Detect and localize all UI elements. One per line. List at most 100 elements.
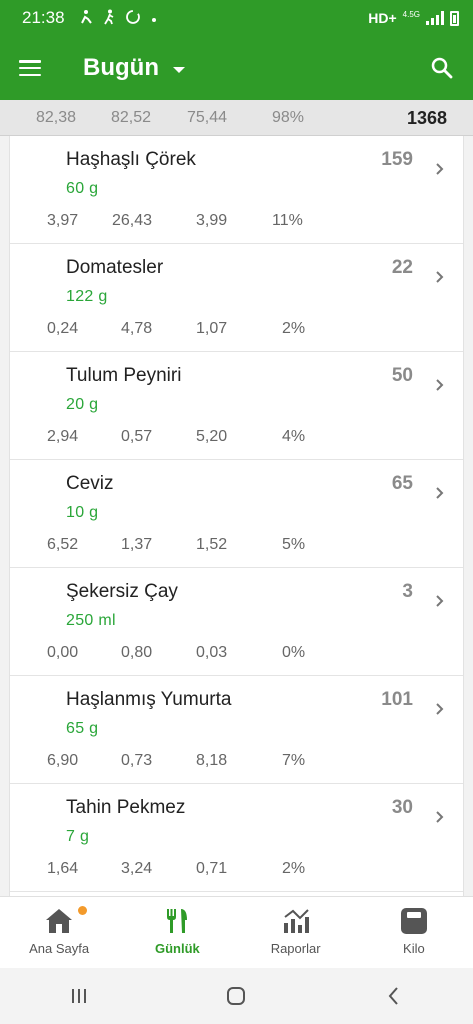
food-amount: 60 g <box>66 180 99 197</box>
food-amount: 65 g <box>66 720 99 737</box>
chevron-right-icon <box>436 379 444 391</box>
home-button-icon[interactable] <box>225 985 247 1007</box>
summary-percent: 98% <box>272 109 305 126</box>
date-selector[interactable]: Bugün <box>83 54 185 82</box>
food-carbs: 3,24 <box>121 860 153 877</box>
food-fat: 0,00 <box>47 644 79 661</box>
summary-total-calories: 1368 <box>406 108 447 128</box>
food-calories: 3 <box>402 581 413 602</box>
food-fat: 0,24 <box>47 320 79 337</box>
food-calories: 101 <box>381 689 413 710</box>
list-item[interactable]: Tahin Pekmez 7 g 30 1,64 3,24 0,71 2% <box>10 784 463 892</box>
list-item[interactable]: Domatesler 122 g 22 0,24 4,78 1,07 2% <box>10 244 463 352</box>
nav-reports[interactable]: Raporlar <box>237 897 355 968</box>
chevron-right-icon <box>436 487 444 499</box>
food-percent: 11% <box>272 212 303 229</box>
food-protein: 3,99 <box>196 212 228 229</box>
page-title: Bugün <box>83 54 159 81</box>
notification-badge <box>78 906 87 915</box>
dot-icon <box>151 10 157 26</box>
food-name: Haşhaşlı Çörek <box>66 149 196 170</box>
network-sub-label: 4.5G <box>402 9 420 19</box>
hamburger-icon <box>19 60 41 76</box>
food-name: Ceviz <box>66 473 114 494</box>
food-protein: 1,07 <box>196 320 228 337</box>
food-carbs: 26,43 <box>112 212 153 229</box>
food-protein: 5,20 <box>196 428 228 445</box>
food-carbs: 1,37 <box>121 536 153 553</box>
scale-icon <box>400 908 427 934</box>
status-time: 21:38 <box>22 8 65 27</box>
system-navigation-bar <box>0 968 473 1024</box>
nav-reports-label: Raporlar <box>270 941 321 956</box>
food-protein: 0,71 <box>196 860 228 877</box>
list-item[interactable]: Tulum Peyniri 20 g 50 2,94 0,57 5,20 4% <box>10 352 463 460</box>
food-percent: 2% <box>282 320 306 337</box>
food-fat: 1,64 <box>47 860 79 877</box>
food-calories: 65 <box>391 473 413 494</box>
food-amount: 20 g <box>66 396 99 413</box>
food-percent: 7% <box>282 752 306 769</box>
nav-home-label: Ana Sayfa <box>29 941 90 956</box>
fork-knife-icon <box>167 909 188 933</box>
food-percent: 5% <box>282 536 306 553</box>
recent-apps-icon[interactable] <box>68 985 90 1007</box>
sync-icon <box>125 9 141 28</box>
status-bar: 21:38 HD+ 4.5G <box>0 0 473 36</box>
nav-diary[interactable]: Günlük <box>118 897 236 968</box>
food-amount: 10 g <box>66 504 99 521</box>
status-right: HD+ 4.5G <box>368 10 459 26</box>
food-calories: 22 <box>391 257 413 278</box>
food-carbs: 0,57 <box>121 428 153 445</box>
list-item[interactable]: Şekersiz Çay 250 ml 3 0,00 0,80 0,03 0% <box>10 568 463 676</box>
food-protein: 8,18 <box>196 752 228 769</box>
search-icon <box>431 57 453 79</box>
list-item[interactable]: Ceviz 10 g 65 6,52 1,37 1,52 5% <box>10 460 463 568</box>
summary-protein: 75,44 <box>187 109 228 126</box>
activity-icon <box>79 9 93 28</box>
food-percent: 2% <box>282 860 306 877</box>
nav-weight-label: Kilo <box>403 941 425 956</box>
nav-weight[interactable]: Kilo <box>355 897 473 968</box>
daily-summary: 82,38 82,52 75,44 98% 1368 <box>0 100 473 136</box>
food-protein: 0,03 <box>196 644 228 661</box>
food-name: Domatesler <box>66 257 164 278</box>
food-amount: 7 g <box>66 828 90 845</box>
food-percent: 4% <box>282 428 306 445</box>
food-calories: 30 <box>391 797 413 818</box>
search-button[interactable] <box>411 36 473 100</box>
home-icon <box>46 909 73 933</box>
food-fat: 2,94 <box>47 428 79 445</box>
food-protein: 1,52 <box>196 536 228 553</box>
chevron-right-icon <box>436 811 444 823</box>
signal-icon <box>426 11 444 25</box>
food-name: Tahin Pekmez <box>66 797 186 818</box>
food-name: Şekersiz Çay <box>66 581 178 602</box>
nav-home[interactable]: Ana Sayfa <box>0 897 118 968</box>
food-fat: 3,97 <box>47 212 79 229</box>
walking-icon <box>103 9 115 28</box>
food-carbs: 0,80 <box>121 644 153 661</box>
chevron-right-icon <box>436 703 444 715</box>
food-calories: 50 <box>391 365 413 386</box>
food-fat: 6,90 <box>47 752 79 769</box>
food-fat: 6,52 <box>47 536 79 553</box>
list-item[interactable]: Haşhaşlı Çörek 60 g 159 3,97 26,43 3,99 … <box>10 136 463 244</box>
chart-icon <box>283 909 309 933</box>
nav-diary-label: Günlük <box>154 941 200 956</box>
food-amount: 250 ml <box>66 612 116 629</box>
food-carbs: 4,78 <box>121 320 153 337</box>
food-percent: 0% <box>282 644 306 661</box>
food-carbs: 0,73 <box>121 752 153 769</box>
bottom-navigation: Ana Sayfa Günlük Raporlar Kilo <box>0 896 473 968</box>
food-amount: 122 g <box>66 288 108 305</box>
chevron-right-icon <box>436 271 444 283</box>
list-item[interactable]: Haşlanmış Yumurta 65 g 101 6,90 0,73 8,1… <box>10 676 463 784</box>
food-list: Haşhaşlı Çörek 60 g 159 3,97 26,43 3,99 … <box>9 136 464 896</box>
summary-carbs: 82,52 <box>111 109 152 126</box>
chevron-right-icon <box>436 163 444 175</box>
summary-fat: 82,38 <box>36 109 77 126</box>
chevron-right-icon <box>436 595 444 607</box>
menu-button[interactable] <box>0 36 60 100</box>
back-icon[interactable] <box>383 985 405 1007</box>
